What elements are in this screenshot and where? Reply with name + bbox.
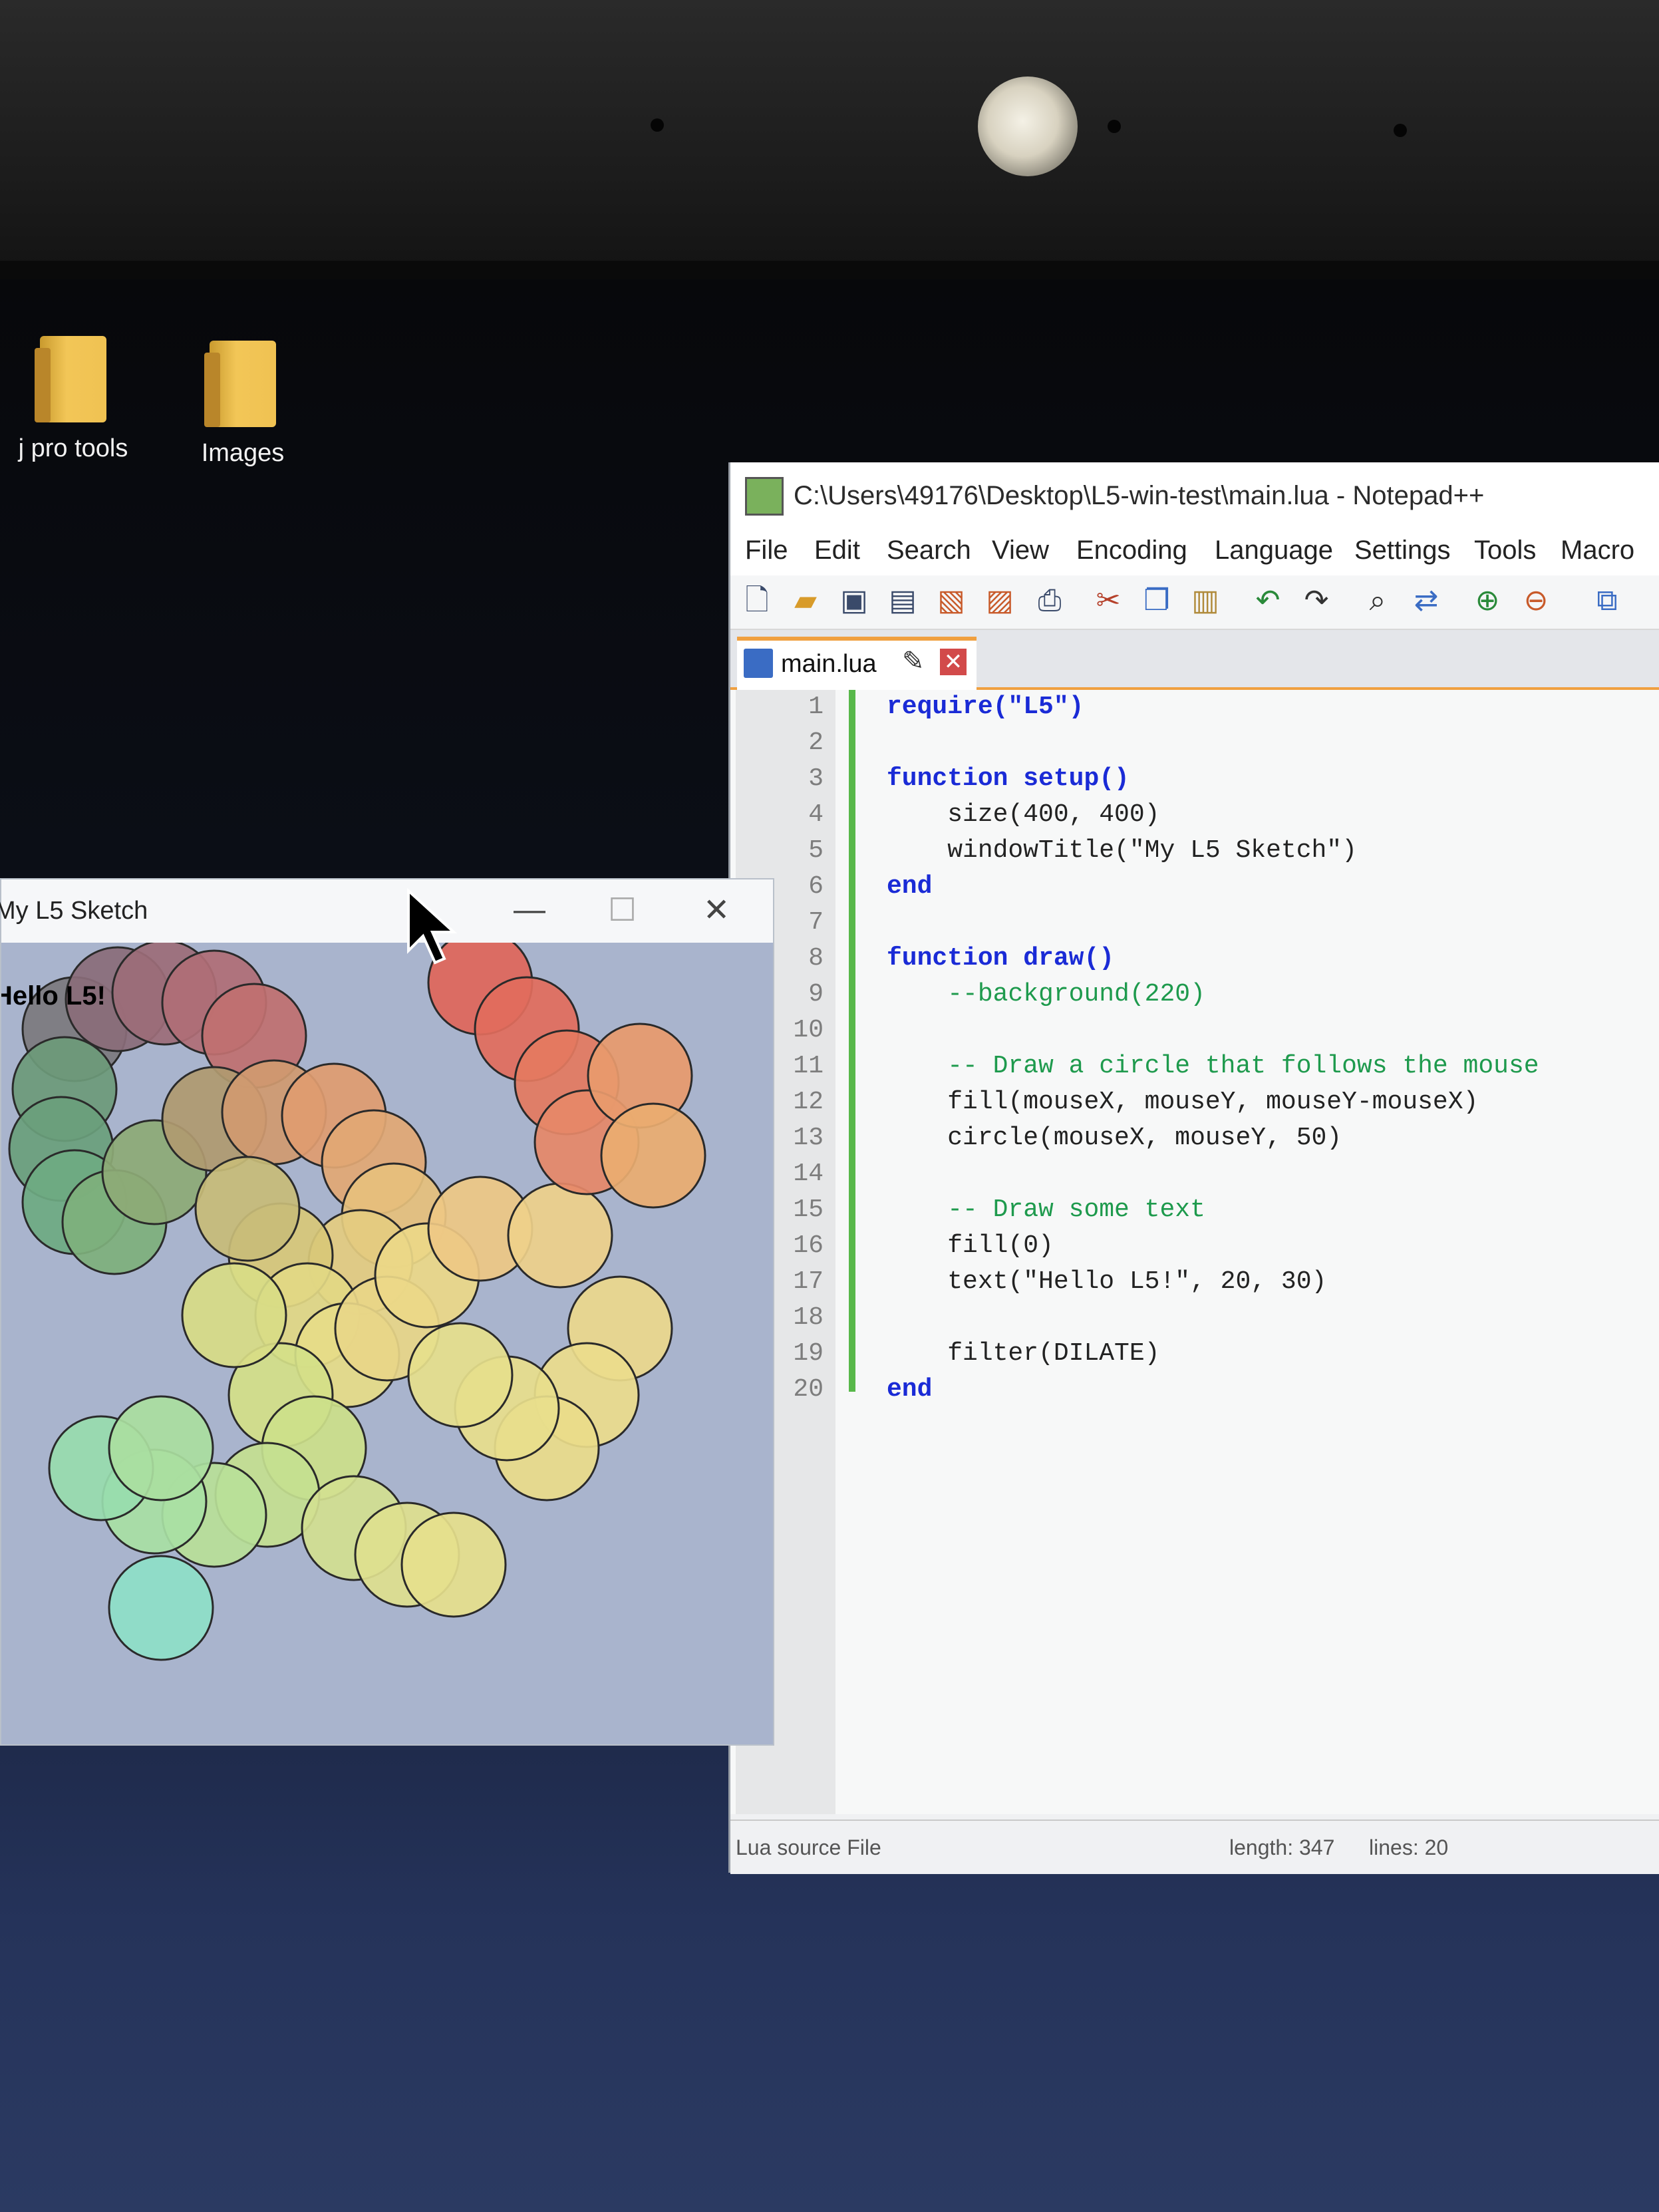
menu-settings[interactable]: Settings [1354, 536, 1451, 565]
status-bar: Lua source File length: 347 lines: 20 [730, 1819, 1659, 1874]
undo-icon[interactable]: ↶ [1249, 582, 1286, 619]
sensor-dot [1108, 120, 1121, 133]
menu-file[interactable]: File [745, 536, 788, 565]
tab-main-lua[interactable]: main.lua ✎ ✕ [737, 637, 977, 690]
mouse-cursor-icon [407, 888, 458, 965]
minimize-button[interactable]: — [514, 891, 545, 928]
menu-edit[interactable]: Edit [814, 536, 860, 565]
menu-encoding[interactable]: Encoding [1076, 536, 1187, 565]
maximize-button[interactable]: ☐ [608, 891, 637, 929]
redo-icon[interactable]: ↷ [1298, 582, 1335, 619]
sketch-canvas[interactable]: Hello L5! [1, 943, 773, 1744]
sensor-dot [651, 118, 664, 132]
code-line: 1 require("L5") [808, 693, 1084, 721]
code-line: 20 end [793, 1375, 933, 1404]
code-line: 5 windowTitle("My L5 Sketch") [808, 836, 1357, 865]
webcam-icon [978, 77, 1078, 176]
paste-icon[interactable]: ▥ [1187, 582, 1224, 619]
menu-tools[interactable]: Tools [1474, 536, 1536, 565]
folder-icon [35, 336, 106, 422]
close-button[interactable]: ✕ [703, 891, 730, 929]
tab-label: main.lua [781, 650, 877, 678]
window-title: C:\Users\49176\Desktop\L5-win-test\main.… [794, 481, 1485, 510]
find-icon[interactable]: ⌕ [1359, 582, 1396, 619]
code-line: 2 [808, 728, 824, 757]
saved-file-icon [744, 649, 773, 678]
status-length: length: 347 [1229, 1835, 1335, 1859]
code-line: 10 [793, 1016, 824, 1044]
code-line: 14 [793, 1160, 824, 1188]
code-line: 6 end [808, 872, 933, 901]
close-icon[interactable]: ▧ [933, 582, 970, 619]
code-line: 3 function setup() [808, 764, 1130, 793]
new-file-icon[interactable]: 🗋 [738, 582, 776, 619]
close-all-icon[interactable]: ▨ [981, 582, 1018, 619]
code-line: 12 fill(mouseX, mouseY, mouseY-mouseX) [793, 1088, 1479, 1116]
sketch-title-bar[interactable]: My L5 Sketch — ☐ ✕ [0, 879, 773, 943]
replace-icon[interactable]: ⇄ [1408, 582, 1445, 619]
save-icon[interactable]: ▣ [835, 582, 873, 619]
code-line: 13 circle(mouseX, mouseY, 50) [793, 1124, 1342, 1152]
copy-icon[interactable]: ❐ [1138, 582, 1175, 619]
menu-macro[interactable]: Macro [1561, 536, 1634, 565]
folder-icon [204, 341, 276, 427]
open-file-icon[interactable]: ▰ [787, 582, 824, 619]
code-line: 17 text("Hello L5!", 20, 30) [793, 1267, 1327, 1296]
circle-trail [8, 943, 706, 1661]
status-file-type: Lua source File [736, 1835, 881, 1859]
menu-bar: File Edit Search View Encoding Language … [730, 529, 1659, 575]
code-line: 18 [793, 1303, 824, 1332]
code-line: 7 [808, 908, 824, 937]
window-title-bar[interactable]: C:\Users\49176\Desktop\L5-win-test\main.… [730, 462, 1659, 529]
menu-search[interactable]: Search [887, 536, 971, 565]
save-all-icon[interactable]: ▤ [884, 582, 921, 619]
code-line: 19 filter(DILATE) [793, 1339, 1160, 1368]
desktop-icon-label: j pro tools [18, 434, 128, 462]
pin-icon[interactable]: ✎ [902, 646, 925, 677]
bezel-edge [0, 261, 1659, 279]
cut-icon[interactable]: ✂ [1090, 582, 1127, 619]
monitor-bezel [0, 0, 1659, 266]
l5-sketch-window: My L5 Sketch — ☐ ✕ Hello L5! [0, 878, 774, 1746]
zoom-in-icon[interactable]: ⊕ [1469, 582, 1506, 619]
desktop-icon-j-pro-tools[interactable]: j pro tools [0, 336, 146, 463]
canvas-hello-text: Hello L5! [1, 981, 106, 1011]
sensor-dot [1394, 124, 1407, 137]
sketch-window-title: My L5 Sketch [0, 897, 148, 925]
code-line: 9 --background(220) [808, 980, 1205, 1009]
toolbar: 🗋 ▰ ▣ ▤ ▧ ▨ ⎙ ✂ ❐ ▥ ↶ ↷ ⌕ ⇄ ⊕ ⊖ ⧉ [730, 575, 1659, 630]
tab-close-button[interactable]: ✕ [940, 649, 967, 675]
notepad-plus-plus-window: C:\Users\49176\Desktop\L5-win-test\main.… [728, 462, 1659, 1874]
tab-bar: main.lua ✎ ✕ [730, 630, 1659, 690]
code-line: 16 fill(0) [793, 1231, 1054, 1260]
desktop-icon-images[interactable]: Images [166, 341, 319, 468]
code-line: 4 size(400, 400) [808, 800, 1160, 829]
code-line: 8 function draw() [808, 944, 1115, 973]
status-lines: lines: 20 [1369, 1835, 1449, 1859]
notepad-app-icon [745, 477, 784, 516]
code-line: 11 -- Draw a circle that follows the mou… [793, 1052, 1539, 1080]
menu-language[interactable]: Language [1215, 536, 1333, 565]
code-line: 15 -- Draw some text [793, 1195, 1205, 1224]
sync-icon[interactable]: ⧉ [1588, 582, 1626, 619]
print-icon[interactable]: ⎙ [1031, 582, 1068, 619]
desktop-icon-label: Images [201, 439, 285, 467]
zoom-out-icon[interactable]: ⊖ [1517, 582, 1555, 619]
menu-view[interactable]: View [992, 536, 1049, 565]
code-editor[interactable]: 1 require("L5") 2 3 function setup() 4 siz… [730, 690, 1659, 1814]
